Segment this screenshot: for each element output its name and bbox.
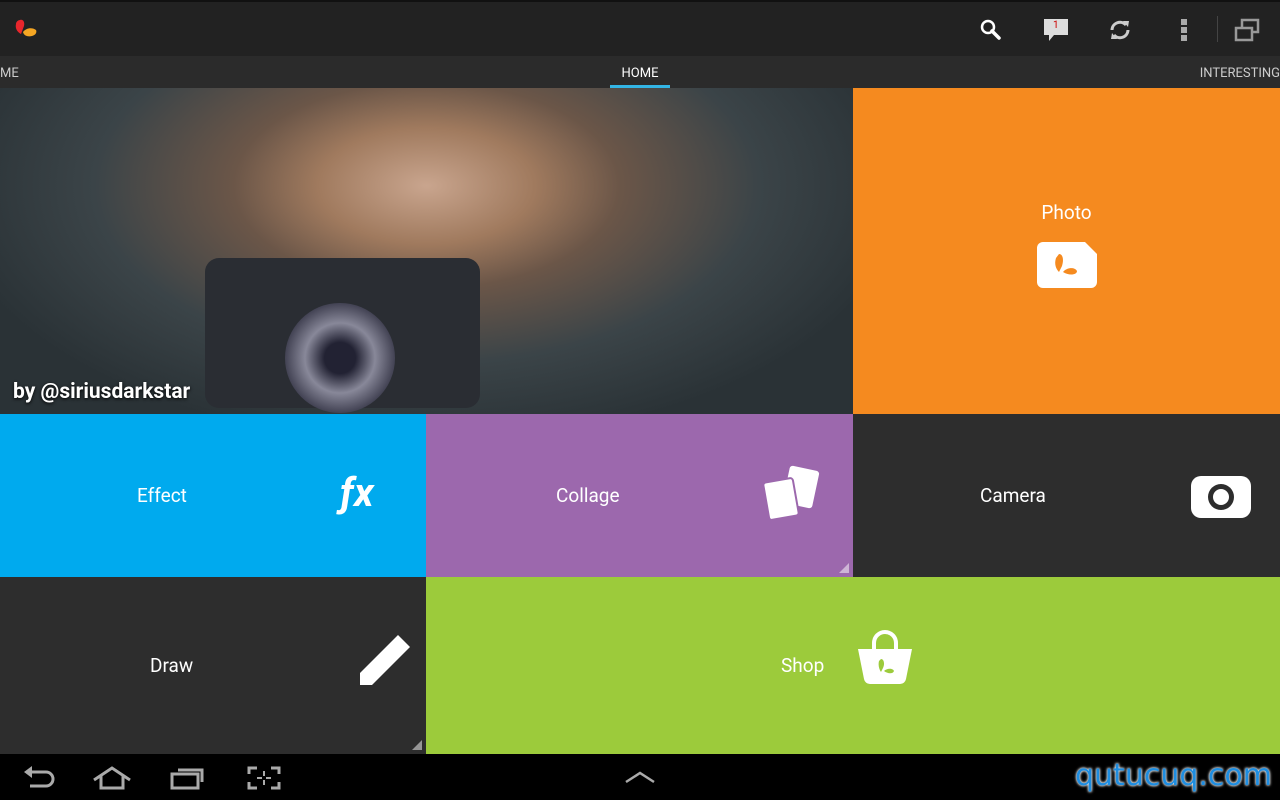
- camera-icon: [1191, 472, 1251, 518]
- refresh-icon[interactable]: [1106, 16, 1134, 44]
- notification-icon[interactable]: 1: [1042, 16, 1070, 44]
- tab-me[interactable]: ME: [0, 66, 19, 81]
- window-icon[interactable]: [1233, 16, 1261, 44]
- resize-corner-icon: [839, 563, 849, 573]
- back-icon[interactable]: [22, 766, 56, 790]
- pencil-icon: [358, 633, 412, 687]
- home-icon[interactable]: [92, 766, 132, 790]
- action-bar: 1: [0, 0, 1280, 56]
- tab-home[interactable]: HOME: [610, 66, 670, 88]
- watermark: qutucuq.com: [1075, 758, 1272, 793]
- shop-tile[interactable]: Shop: [426, 577, 1280, 754]
- shop-label: Shop: [781, 654, 824, 677]
- overflow-menu-icon[interactable]: [1170, 16, 1198, 44]
- app-logo-icon[interactable]: [14, 18, 40, 40]
- camera-label: Camera: [980, 484, 1046, 507]
- camera-tile[interactable]: Camera: [853, 414, 1280, 577]
- featured-photo[interactable]: by @siriusdarkstar: [0, 88, 853, 414]
- collage-tile[interactable]: Collage: [426, 414, 853, 577]
- effect-tile[interactable]: Effect ƒx: [0, 414, 426, 577]
- photo-icon: [1037, 242, 1097, 288]
- photo-tile[interactable]: Photo: [853, 88, 1280, 414]
- tab-bar: ME HOME INTERESTING: [0, 56, 1280, 88]
- screenshot-icon[interactable]: [247, 766, 281, 790]
- chevron-up-icon[interactable]: [624, 770, 656, 784]
- divider: [1217, 16, 1218, 42]
- collage-icon: [762, 464, 824, 526]
- notification-count: 1: [1053, 20, 1059, 31]
- resize-corner-icon: [412, 740, 422, 750]
- photo-credit: by @siriusdarkstar: [13, 380, 190, 404]
- draw-tile[interactable]: Draw: [0, 577, 426, 754]
- effect-label: Effect: [137, 484, 187, 507]
- tab-interesting[interactable]: INTERESTING: [1200, 66, 1280, 81]
- recent-apps-icon[interactable]: [170, 766, 206, 790]
- draw-label: Draw: [150, 654, 193, 677]
- fx-icon: ƒx: [340, 469, 374, 516]
- lens-image: [285, 303, 395, 413]
- photo-label: Photo: [1041, 201, 1091, 224]
- search-icon[interactable]: [977, 16, 1005, 44]
- shopping-bag-icon: [856, 629, 914, 685]
- collage-label: Collage: [556, 484, 620, 507]
